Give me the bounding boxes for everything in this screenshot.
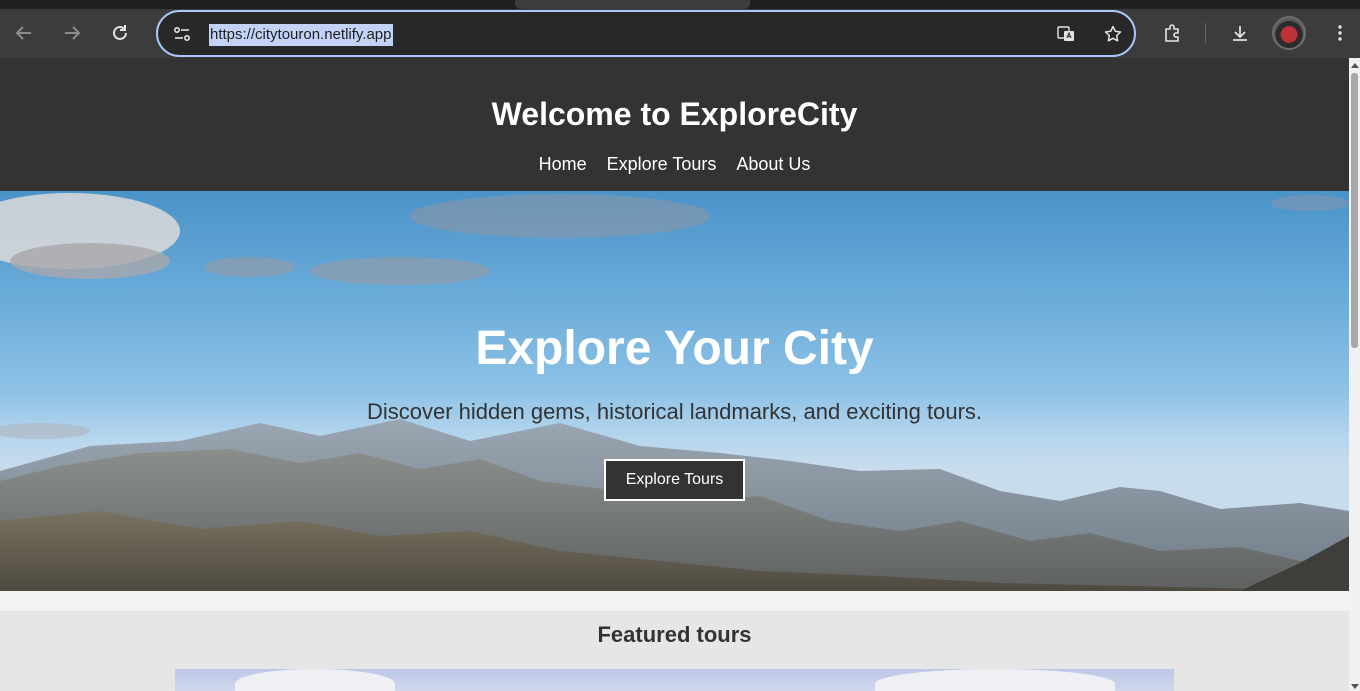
toolbar-divider [1205, 23, 1206, 43]
hero-banner: Explore Your City Discover hidden gems, … [0, 191, 1349, 591]
bookmark-star-icon[interactable] [1103, 24, 1123, 44]
translate-icon[interactable] [1056, 24, 1076, 44]
more-menu-icon[interactable] [1326, 19, 1354, 47]
cloud-shape [875, 669, 1115, 691]
nav-about-us[interactable]: About Us [736, 154, 810, 175]
mountain-landscape-image [0, 193, 1349, 591]
explore-tours-button[interactable]: Explore Tours [604, 459, 745, 501]
address-bar[interactable]: https://citytouron.netlify.app [156, 10, 1136, 57]
page-viewport: Welcome to ExploreCity Home Explore Tour… [0, 58, 1349, 691]
nav-explore-tours[interactable]: Explore Tours [607, 154, 717, 175]
site-settings-icon[interactable] [172, 24, 192, 44]
site-title: Welcome to ExploreCity [491, 96, 858, 132]
download-icon[interactable] [1226, 19, 1254, 47]
forward-arrow-icon[interactable] [58, 19, 86, 47]
site-header: Welcome to ExploreCity Home Explore Tour… [0, 58, 1349, 191]
page-scrollbar[interactable] [1349, 58, 1360, 691]
featured-tours-section: Featured tours [0, 611, 1349, 691]
cloud-shape [235, 669, 395, 691]
back-arrow-icon[interactable] [10, 19, 38, 47]
scroll-down-arrow-icon[interactable] [1351, 684, 1359, 689]
hero-title: Explore Your City [475, 322, 874, 375]
profile-avatar[interactable] [1272, 16, 1306, 50]
browser-toolbar: https://citytouron.netlify.app [0, 9, 1360, 58]
extensions-icon[interactable] [1158, 19, 1186, 47]
tour-card-image[interactable] [175, 669, 1174, 691]
active-tab[interactable] [515, 0, 750, 9]
reload-icon[interactable] [106, 19, 134, 47]
featured-tours-heading: Featured tours [597, 622, 752, 647]
nav-home[interactable]: Home [539, 154, 587, 175]
main-nav: Home Explore Tours About Us [0, 154, 1349, 175]
hero-subtitle: Discover hidden gems, historical landmar… [366, 399, 983, 424]
tab-strip [0, 0, 1360, 9]
scroll-thumb[interactable] [1351, 73, 1358, 348]
scroll-up-arrow-icon[interactable] [1351, 63, 1359, 68]
url-text[interactable]: https://citytouron.netlify.app [209, 24, 393, 46]
